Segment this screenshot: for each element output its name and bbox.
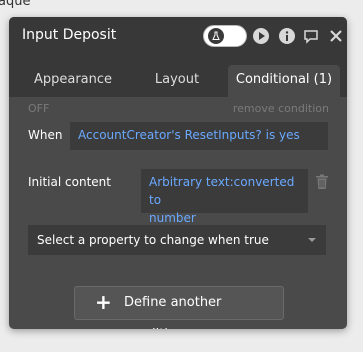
comment-icon[interactable] [302, 27, 320, 45]
flask-icon [212, 31, 220, 40]
remove-condition-link[interactable]: remove condition [233, 102, 329, 115]
condition-state-label[interactable]: OFF [28, 102, 49, 115]
tab-layout[interactable]: Layout [135, 65, 219, 97]
conditional-panel: Input Deposit Appearance Layout Conditio… [9, 17, 347, 329]
when-label: When [28, 128, 63, 142]
property-select-label: Select a property to change when true [37, 233, 269, 247]
panel-header: Input Deposit [9, 17, 347, 57]
plus-icon: + [95, 290, 112, 314]
element-toggle[interactable] [203, 25, 247, 47]
info-icon[interactable] [278, 27, 296, 45]
toggle-knob [208, 28, 224, 44]
close-icon[interactable] [327, 27, 345, 45]
chevron-down-icon [308, 238, 316, 242]
trash-icon[interactable] [315, 174, 329, 190]
property-select[interactable]: Select a property to change when true [28, 225, 326, 255]
when-expression[interactable]: AccountCreator's ResetInputs? is yes [70, 122, 328, 150]
panel-title: Input Deposit [22, 27, 117, 43]
define-condition-button[interactable]: + Define another condition [74, 286, 284, 329]
play-icon[interactable] [252, 27, 270, 45]
tab-appearance[interactable]: Appearance [21, 65, 125, 97]
panel-tabs: Appearance Layout Conditional (1) [9, 57, 347, 97]
property-label: Initial content [28, 175, 111, 189]
tab-conditional[interactable]: Conditional (1) [228, 65, 340, 97]
background-partial-text: aque [0, 0, 31, 9]
property-expression[interactable]: Arbitrary text:converted to number [141, 169, 308, 225]
define-condition-label: Define another condition [124, 295, 222, 329]
property-expression-line1: Arbitrary text:converted to [149, 175, 295, 207]
